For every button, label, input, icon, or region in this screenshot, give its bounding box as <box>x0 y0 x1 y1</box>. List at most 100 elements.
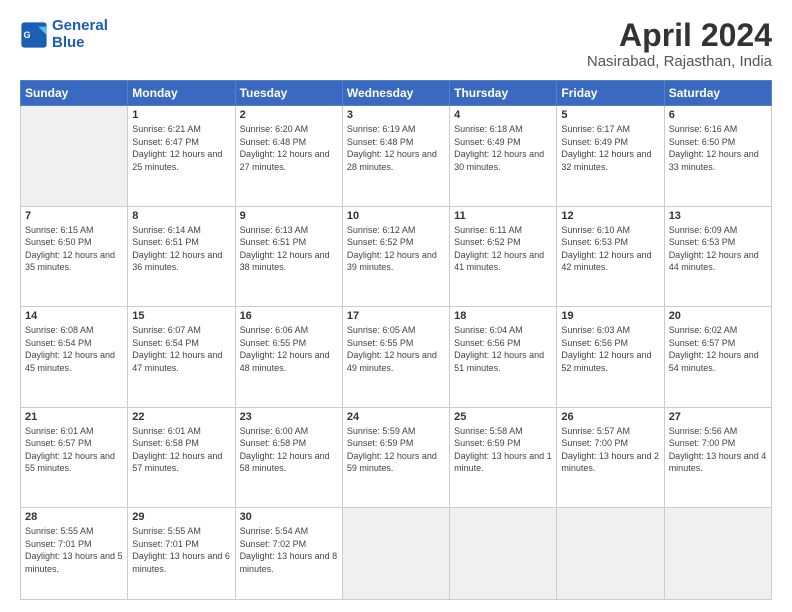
calendar-cell: 21Sunrise: 6:01 AM Sunset: 6:57 PM Dayli… <box>21 407 128 507</box>
cell-date: 8 <box>132 210 230 222</box>
logo: G General Blue <box>20 18 108 51</box>
calendar-cell: 24 Sunrise: 5:59 AM Sunset: 6:59 PM Dayli… <box>342 407 449 507</box>
calendar-cell: 26 Sunrise: 5:57 AM Sunset: 7:00 PM Dayli… <box>557 407 664 507</box>
week-row-3: 21Sunrise: 6:01 AM Sunset: 6:57 PM Dayli… <box>21 407 772 507</box>
calendar-cell: 20 Sunrise: 6:02 AM Sunset: 6:57 PM Dayli… <box>664 307 771 407</box>
cell-date: 22 <box>132 411 230 423</box>
calendar-cell: 13 Sunrise: 6:09 AM Sunset: 6:53 PM Dayli… <box>664 206 771 306</box>
calendar-cell <box>557 508 664 600</box>
calendar-cell: 8Sunrise: 6:14 AM Sunset: 6:51 PM Daylig… <box>128 206 235 306</box>
cell-info: Sunrise: 5:54 AM Sunset: 7:02 PM Dayligh… <box>240 525 338 575</box>
cell-date: 27 <box>669 411 767 423</box>
cell-date: 13 <box>669 210 767 222</box>
cell-info: Sunrise: 5:58 AM Sunset: 6:59 PM Dayligh… <box>454 425 552 475</box>
cell-info: Sunrise: 6:05 AM Sunset: 6:55 PM Dayligh… <box>347 324 445 374</box>
cell-info: Sunrise: 6:12 AM Sunset: 6:52 PM Dayligh… <box>347 224 445 274</box>
calendar-cell: 30 Sunrise: 5:54 AM Sunset: 7:02 PM Dayli… <box>235 508 342 600</box>
cell-date: 30 <box>240 511 338 523</box>
cell-info: Sunrise: 6:13 AM Sunset: 6:51 PM Dayligh… <box>240 224 338 274</box>
cell-date: 18 <box>454 310 552 322</box>
cell-date: 2 <box>240 109 338 121</box>
cell-info: Sunrise: 5:55 AM Sunset: 7:01 PM Dayligh… <box>25 525 123 575</box>
cell-info: Sunrise: 6:16 AM Sunset: 6:50 PM Dayligh… <box>669 123 767 173</box>
cell-info: Sunrise: 5:55 AM Sunset: 7:01 PM Dayligh… <box>132 525 230 575</box>
cell-info: Sunrise: 6:01 AM Sunset: 6:58 PM Dayligh… <box>132 425 230 475</box>
subtitle: Nasirabad, Rajasthan, India <box>587 53 772 70</box>
calendar-cell: 3 Sunrise: 6:19 AM Sunset: 6:48 PM Daylig… <box>342 106 449 206</box>
cell-date: 20 <box>669 310 767 322</box>
cell-date: 17 <box>347 310 445 322</box>
cell-date: 7 <box>25 210 123 222</box>
cell-info: Sunrise: 6:19 AM Sunset: 6:48 PM Dayligh… <box>347 123 445 173</box>
cell-date: 11 <box>454 210 552 222</box>
svg-text:G: G <box>24 29 31 39</box>
cell-date: 15 <box>132 310 230 322</box>
calendar-cell <box>342 508 449 600</box>
cell-date: 26 <box>561 411 659 423</box>
cell-date: 1 <box>132 109 230 121</box>
cell-date: 29 <box>132 511 230 523</box>
cell-date: 23 <box>240 411 338 423</box>
cell-date: 16 <box>240 310 338 322</box>
cell-info: Sunrise: 6:10 AM Sunset: 6:53 PM Dayligh… <box>561 224 659 274</box>
cell-date: 4 <box>454 109 552 121</box>
page: G General Blue April 2024 Nasirabad, Raj… <box>0 0 792 612</box>
calendar-cell: 5Sunrise: 6:17 AM Sunset: 6:49 PM Daylig… <box>557 106 664 206</box>
cell-date: 28 <box>25 511 123 523</box>
cell-date: 14 <box>25 310 123 322</box>
cell-info: Sunrise: 6:06 AM Sunset: 6:55 PM Dayligh… <box>240 324 338 374</box>
calendar-cell: 14 Sunrise: 6:08 AM Sunset: 6:54 PM Dayli… <box>21 307 128 407</box>
calendar-cell: 19 Sunrise: 6:03 AM Sunset: 6:56 PM Dayli… <box>557 307 664 407</box>
cell-info: Sunrise: 6:20 AM Sunset: 6:48 PM Dayligh… <box>240 123 338 173</box>
cell-info: Sunrise: 6:03 AM Sunset: 6:56 PM Dayligh… <box>561 324 659 374</box>
calendar-cell: 12 Sunrise: 6:10 AM Sunset: 6:53 PM Dayli… <box>557 206 664 306</box>
calendar-cell: 6 Sunrise: 6:16 AM Sunset: 6:50 PM Daylig… <box>664 106 771 206</box>
cell-date: 10 <box>347 210 445 222</box>
calendar-cell <box>664 508 771 600</box>
cell-date: 3 <box>347 109 445 121</box>
title-block: April 2024 Nasirabad, Rajasthan, India <box>587 18 772 70</box>
header-cell-monday: Monday <box>128 81 235 106</box>
calendar-body: 1Sunrise: 6:21 AM Sunset: 6:47 PM Daylig… <box>21 106 772 600</box>
header-cell-friday: Friday <box>557 81 664 106</box>
calendar-cell: 11Sunrise: 6:11 AM Sunset: 6:52 PM Dayli… <box>450 206 557 306</box>
header-cell-sunday: Sunday <box>21 81 128 106</box>
header-cell-tuesday: Tuesday <box>235 81 342 106</box>
header: G General Blue April 2024 Nasirabad, Raj… <box>20 18 772 70</box>
calendar-cell: 4 Sunrise: 6:18 AM Sunset: 6:49 PM Daylig… <box>450 106 557 206</box>
week-row-1: 7 Sunrise: 6:15 AM Sunset: 6:50 PM Daylig… <box>21 206 772 306</box>
cell-date: 12 <box>561 210 659 222</box>
calendar-cell: 25 Sunrise: 5:58 AM Sunset: 6:59 PM Dayli… <box>450 407 557 507</box>
logo-blue: Blue <box>52 34 85 51</box>
cell-info: Sunrise: 6:18 AM Sunset: 6:49 PM Dayligh… <box>454 123 552 173</box>
week-row-0: 1Sunrise: 6:21 AM Sunset: 6:47 PM Daylig… <box>21 106 772 206</box>
calendar-cell: 18 Sunrise: 6:04 AM Sunset: 6:56 PM Dayli… <box>450 307 557 407</box>
calendar-cell: 9 Sunrise: 6:13 AM Sunset: 6:51 PM Daylig… <box>235 206 342 306</box>
cell-date: 9 <box>240 210 338 222</box>
cell-date: 24 <box>347 411 445 423</box>
calendar-header: SundayMondayTuesdayWednesdayThursdayFrid… <box>21 81 772 106</box>
cell-info: Sunrise: 5:59 AM Sunset: 6:59 PM Dayligh… <box>347 425 445 475</box>
calendar-cell: 10 Sunrise: 6:12 AM Sunset: 6:52 PM Dayli… <box>342 206 449 306</box>
cell-date: 19 <box>561 310 659 322</box>
calendar-table: SundayMondayTuesdayWednesdayThursdayFrid… <box>20 80 772 600</box>
cell-info: Sunrise: 6:01 AM Sunset: 6:57 PM Dayligh… <box>25 425 123 475</box>
week-row-2: 14 Sunrise: 6:08 AM Sunset: 6:54 PM Dayli… <box>21 307 772 407</box>
cell-info: Sunrise: 6:15 AM Sunset: 6:50 PM Dayligh… <box>25 224 123 274</box>
cell-info: Sunrise: 6:02 AM Sunset: 6:57 PM Dayligh… <box>669 324 767 374</box>
calendar-cell: 15Sunrise: 6:07 AM Sunset: 6:54 PM Dayli… <box>128 307 235 407</box>
cell-info: Sunrise: 6:04 AM Sunset: 6:56 PM Dayligh… <box>454 324 552 374</box>
calendar-cell: 28 Sunrise: 5:55 AM Sunset: 7:01 PM Dayli… <box>21 508 128 600</box>
header-cell-saturday: Saturday <box>664 81 771 106</box>
cell-info: Sunrise: 5:57 AM Sunset: 7:00 PM Dayligh… <box>561 425 659 475</box>
cell-info: Sunrise: 6:08 AM Sunset: 6:54 PM Dayligh… <box>25 324 123 374</box>
calendar-cell: 16 Sunrise: 6:06 AM Sunset: 6:55 PM Dayli… <box>235 307 342 407</box>
calendar-cell: 27Sunrise: 5:56 AM Sunset: 7:00 PM Dayli… <box>664 407 771 507</box>
cell-date: 25 <box>454 411 552 423</box>
calendar-cell: 17 Sunrise: 6:05 AM Sunset: 6:55 PM Dayli… <box>342 307 449 407</box>
cell-info: Sunrise: 6:09 AM Sunset: 6:53 PM Dayligh… <box>669 224 767 274</box>
cell-date: 6 <box>669 109 767 121</box>
logo-general: General <box>52 17 108 34</box>
calendar-cell <box>450 508 557 600</box>
cell-date: 5 <box>561 109 659 121</box>
